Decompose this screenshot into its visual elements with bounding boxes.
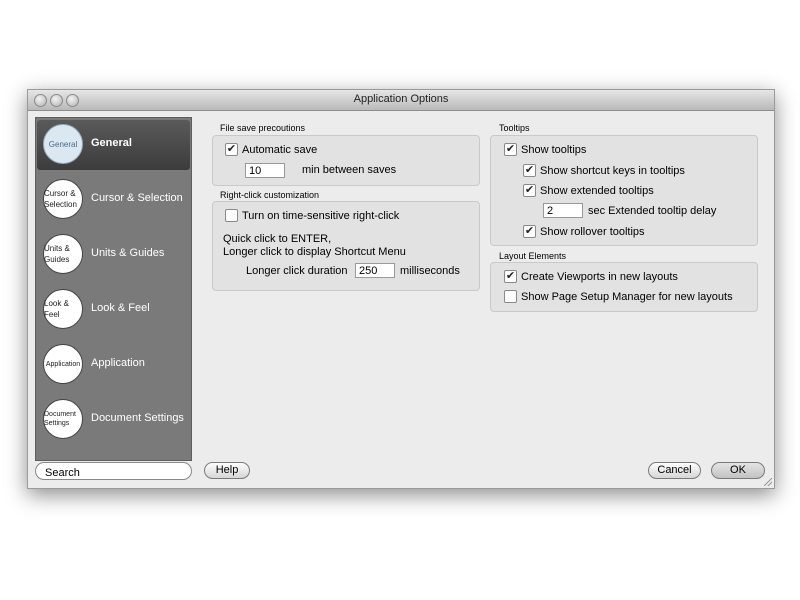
checkbox-box[interactable] [225,209,238,222]
document-settings-icon-text: Document Settings [44,411,76,427]
create-viewports-label: Create Viewports in new layouts [521,270,678,283]
checkbox-box[interactable]: ✔ [504,270,517,283]
time-sensitive-label: Turn on time-sensitive right-click [242,209,400,222]
duration-input[interactable]: 250 [355,263,395,278]
cursor-selection-icon-text: Cursor & Selection [44,189,77,209]
checkbox-box[interactable]: ✔ [504,143,517,156]
ok-button[interactable]: OK [711,462,765,479]
checkbox-box[interactable]: ✔ [523,225,536,238]
show-rollover-tooltips-label: Show rollover tooltips [540,225,645,238]
show-extended-tooltips-label: Show extended tooltips [540,184,654,197]
show-shortcut-keys-checkbox[interactable]: ✔ Show shortcut keys in tooltips [523,164,685,177]
page-setup-manager-label: Show Page Setup Manager for new layouts [521,290,733,303]
right-click-group: Turn on time-sensitive right-click Quick… [212,201,480,291]
duration-suffix: milliseconds [400,265,460,277]
show-rollover-tooltips-checkbox[interactable]: ✔ Show rollover tooltips [523,225,645,238]
tooltips-section-title: Tooltips [499,123,530,133]
right-click-description-line1: Quick click to ENTER, [223,233,332,245]
layout-elements-section-title: Layout Elements [499,251,567,261]
show-tooltips-checkbox[interactable]: ✔ Show tooltips [504,143,586,156]
tooltips-group: ✔ Show tooltips ✔ Show shortcut keys in … [490,135,758,246]
tooltip-delay-suffix: sec Extended tooltip delay [588,205,717,217]
document-settings-icon: Document Settings [43,399,83,439]
general-icon-text: General [48,139,78,149]
page-setup-manager-checkbox[interactable]: Show Page Setup Manager for new layouts [504,290,733,303]
sidebar-item-application[interactable]: Application Application [37,340,190,390]
cursor-selection-icon: Cursor & Selection [43,179,83,219]
application-icon-text: Application [45,360,81,368]
application-icon: Application [43,344,83,384]
create-viewports-checkbox[interactable]: ✔ Create Viewports in new layouts [504,270,678,283]
sidebar-item-label: Units & Guides [91,247,165,259]
sidebar-item-label: General [91,137,132,149]
window-title: Application Options [353,93,449,105]
sidebar-item-document-settings[interactable]: Document Settings Document Settings [37,395,190,445]
sidebar-item-general[interactable]: General General [37,120,190,170]
layout-elements-group: ✔ Create Viewports in new layouts Show P… [490,262,758,312]
search-field[interactable] [35,462,192,480]
sidebar-item-label: Application [91,357,145,369]
file-save-group: ✔ Automatic save 10 min between saves [212,135,480,186]
sidebar: General General Cursor & Selection Curso… [35,117,192,461]
cancel-button[interactable]: Cancel [648,462,701,479]
show-extended-tooltips-checkbox[interactable]: ✔ Show extended tooltips [523,184,654,197]
checkbox-box[interactable]: ✔ [523,184,536,197]
checkbox-box[interactable]: ✔ [225,143,238,156]
look-feel-icon-text: Look & Feel [44,299,69,319]
options-dialog: Application Options General General Curs… [27,89,775,489]
show-shortcut-keys-label: Show shortcut keys in tooltips [540,164,685,177]
search-input[interactable] [43,466,187,480]
sidebar-item-look-feel[interactable]: Look & Feel Look & Feel [37,285,190,335]
automatic-save-label: Automatic save [242,143,318,156]
show-tooltips-label: Show tooltips [521,143,587,156]
automatic-save-checkbox[interactable]: ✔ Automatic save [225,143,317,156]
duration-label: Longer click duration [246,265,348,277]
sidebar-item-label: Document Settings [91,412,184,424]
sidebar-item-label: Look & Feel [91,302,150,314]
sidebar-item-units-guides[interactable]: Units & Guides Units & Guides [37,230,190,280]
sidebar-item-cursor-selection[interactable]: Cursor & Selection Cursor & Selection [37,175,190,225]
checkbox-box[interactable] [504,290,517,303]
units-guides-icon-text: Units & Guides [44,244,70,264]
right-click-section-title: Right-click customization [220,190,320,200]
save-interval-input[interactable]: 10 [245,163,285,178]
resize-grip-icon[interactable] [764,478,772,486]
sidebar-item-label: Cursor & Selection [91,192,183,204]
help-button[interactable]: Help [204,462,250,479]
title-bar: Application Options [28,90,774,111]
units-guides-icon: Units & Guides [43,234,83,274]
save-interval-suffix: min between saves [302,164,397,176]
general-icon: General [43,124,83,164]
look-feel-icon: Look & Feel [43,289,83,329]
file-save-section-title: File save precoutions [220,123,306,133]
right-click-description-line2: Longer click to display Shortcut Menu [223,246,406,258]
checkbox-box[interactable]: ✔ [523,164,536,177]
time-sensitive-checkbox[interactable]: Turn on time-sensitive right-click [225,209,399,222]
tooltip-delay-input[interactable]: 2 [543,203,583,218]
